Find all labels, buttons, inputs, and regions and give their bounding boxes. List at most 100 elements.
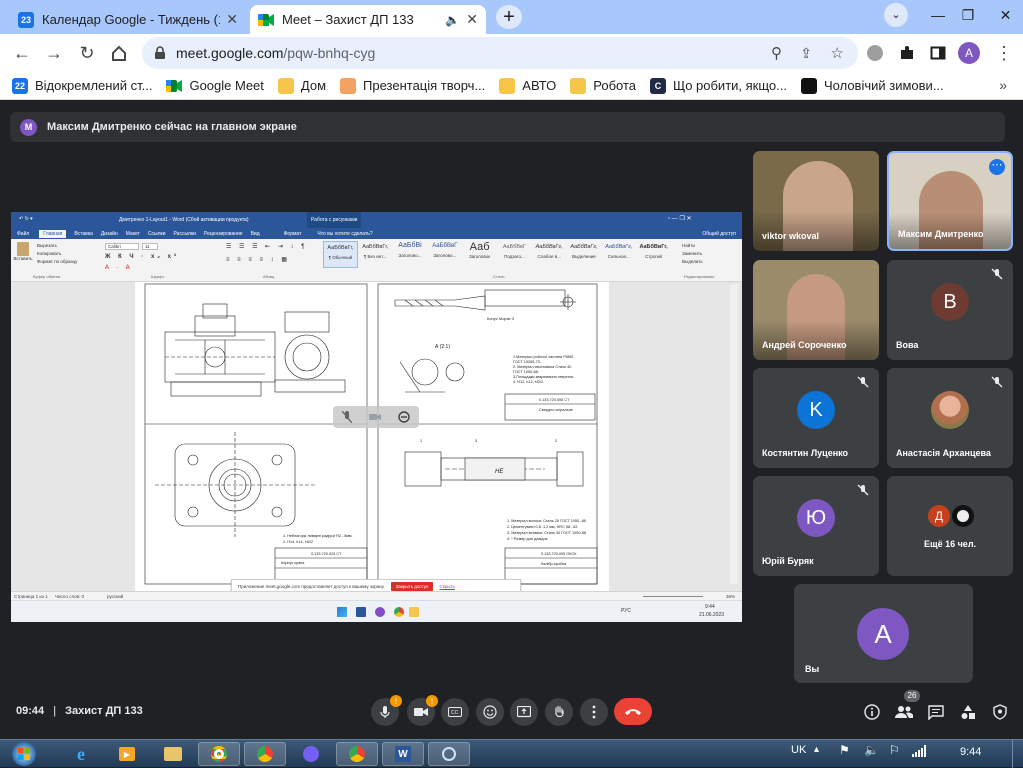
participant-tile[interactable]: Анастасія Арханцева <box>887 368 1013 468</box>
word-app-icon[interactable] <box>356 607 366 617</box>
chat-icon[interactable] <box>926 702 946 722</box>
participant-tile[interactable]: K Костянтин Луценко <box>753 368 879 468</box>
stop-share-icon[interactable] <box>398 411 411 423</box>
select-button[interactable]: Выделить <box>682 258 703 266</box>
paste-button[interactable]: Вставить <box>13 242 33 261</box>
bookmark-folder[interactable]: АВТО <box>499 77 556 94</box>
word-taskbar-icon[interactable]: W <box>382 742 424 766</box>
font-name-box[interactable]: Calibri <box>105 243 139 250</box>
bookmark-folder[interactable]: Робота <box>570 77 636 94</box>
explorer-icon[interactable] <box>409 607 419 617</box>
ribbon-tab[interactable]: Вид <box>251 231 260 237</box>
chrome-icon[interactable] <box>394 607 404 617</box>
ribbon-tab[interactable]: Макет <box>126 231 140 237</box>
show-desktop-button[interactable] <box>1012 740 1023 768</box>
mic-off-icon[interactable] <box>341 411 352 423</box>
present-button[interactable] <box>510 698 538 726</box>
meeting-details-icon[interactable] <box>862 702 882 722</box>
viber-icon[interactable] <box>290 742 332 766</box>
font-color-buttons[interactable]: A · A <box>105 265 133 271</box>
share-button[interactable]: Общий доступ <box>702 231 736 237</box>
bookmark-item[interactable]: Чоловічий зимови... <box>800 77 944 94</box>
participant-tile[interactable]: Ю Юрій Буряк <box>753 476 879 576</box>
ribbon-tab[interactable]: Рассылки <box>174 231 196 237</box>
forward-icon[interactable]: → <box>42 41 66 65</box>
vertical-scrollbar[interactable] <box>730 284 738 584</box>
host-controls-icon[interactable] <box>990 702 1010 722</box>
ribbon-tab-active[interactable]: Главная <box>39 229 67 238</box>
ie-icon[interactable]: e <box>60 742 102 766</box>
style-item[interactable]: АаБбВвГ Заголово... <box>427 241 462 268</box>
search-app-icon[interactable] <box>428 742 470 766</box>
extensions-puzzle-icon[interactable] <box>895 41 919 65</box>
chrome-taskbar-icon[interactable] <box>198 742 240 766</box>
bookmark-item[interactable]: Google Meet <box>166 78 264 94</box>
self-view-tile[interactable]: A Вы <box>794 584 973 683</box>
tab-search-icon[interactable]: ⌄ <box>880 0 912 30</box>
participant-tile[interactable]: viktor wkoval <box>753 151 879 251</box>
leave-call-button[interactable] <box>614 698 652 725</box>
close-window-button[interactable]: ✕ <box>988 0 1023 30</box>
extension-icon[interactable] <box>863 41 887 65</box>
ribbon-tab[interactable]: Ссылки <box>148 231 166 237</box>
app-icon[interactable] <box>375 607 385 617</box>
stop-sharing-button[interactable]: Закрыть доступ <box>390 581 434 591</box>
bookmark-star-icon[interactable]: ☆ <box>831 44 844 62</box>
ribbon-tab[interactable]: Рецензирование <box>204 231 243 237</box>
style-item[interactable]: АаБбВвГг, ¶ Обычный <box>323 241 358 268</box>
windows-start-icon[interactable] <box>337 607 347 617</box>
lock-icon[interactable] <box>154 46 166 60</box>
network-icon[interactable]: ⚑ <box>839 743 850 757</box>
style-item[interactable]: АаБбВвГг, Строгий <box>636 241 671 268</box>
close-tab-icon[interactable]: ✕ <box>466 11 478 28</box>
restore-button[interactable]: ❐ <box>952 0 984 30</box>
align-buttons[interactable]: ≡ ≡ ≡ ≡ ↕ ▦ <box>226 256 290 263</box>
side-panel-icon[interactable] <box>926 41 950 65</box>
bookmarks-overflow-icon[interactable]: » <box>999 77 1007 93</box>
find-button[interactable]: Найти <box>682 242 703 250</box>
others-tile[interactable]: Д Ещё 16 чел. <box>887 476 1013 576</box>
tray-expand-icon[interactable]: ▴ <box>814 744 819 755</box>
minimize-button[interactable]: — <box>922 0 954 30</box>
camera-button[interactable]: ! <box>407 695 438 726</box>
style-item[interactable]: АаБбВвГг, ¶ Без инт... <box>358 241 393 268</box>
zoom-icon[interactable]: ⚲ <box>771 44 782 62</box>
start-button[interactable] <box>4 742 44 766</box>
close-tab-icon[interactable]: ✕ <box>226 11 238 28</box>
bookmark-item[interactable]: 22 Відокремлений ст... <box>12 77 152 94</box>
bookmark-item[interactable]: Презентація творч... <box>340 77 485 94</box>
format-painter-button[interactable]: Формат по образцу <box>37 258 77 266</box>
more-options-icon[interactable]: ⋯ <box>989 159 1005 175</box>
participant-tile[interactable]: Андрей Сороченко <box>753 260 879 360</box>
tab-google-calendar[interactable]: 23 Календар Google - Тиждень (18 ✕ <box>10 5 246 34</box>
paragraph-buttons[interactable]: ☰ ☰ ☰ ⇤ ⇥ ↕ ¶ <box>226 243 307 250</box>
reload-icon[interactable]: ↻ <box>75 41 99 65</box>
audio-playing-icon[interactable]: 🔈 <box>445 13 460 27</box>
style-item[interactable]: АаБбВі Заголово... <box>393 241 428 268</box>
tell-me-search[interactable]: Что вы хотите сделать? <box>317 231 372 237</box>
camera-off-icon[interactable] <box>368 412 381 422</box>
microphone-button[interactable]: ! <box>371 695 402 726</box>
style-item[interactable]: Ааб Заголовок <box>462 241 497 268</box>
ribbon-tab[interactable]: Вставка <box>74 231 93 237</box>
ribbon-tab[interactable]: Формат <box>284 231 302 237</box>
more-options-button[interactable] <box>580 698 608 726</box>
raise-hand-button[interactable] <box>545 698 573 726</box>
bookmark-folder[interactable]: Дом <box>277 77 326 94</box>
bookmark-item[interactable]: C Що робити, якщо... <box>650 77 787 94</box>
chrome-taskbar-icon[interactable] <box>244 742 286 766</box>
zoom-slider[interactable] <box>643 596 703 597</box>
chrome-taskbar-icon[interactable] <box>336 742 378 766</box>
participant-tile-speaking[interactable]: ⋯ Максим Дмитренко <box>887 151 1013 251</box>
captions-button[interactable]: CC <box>441 698 469 726</box>
style-item[interactable]: АаБбВвГг, Сильное... <box>601 241 636 268</box>
cut-button[interactable]: Вырезать <box>37 242 77 250</box>
style-item[interactable]: АаБбВвГг, Слабое в... <box>532 241 567 268</box>
address-bar[interactable]: meet.google.com/pqw-bnhq-cyg ⚲ ⇪ ☆ <box>142 37 858 69</box>
menu-kebab-icon[interactable]: ⋮ <box>992 41 1016 65</box>
copy-button[interactable]: Копировать <box>37 250 77 258</box>
hide-banner-link[interactable]: Скрыть <box>439 584 454 589</box>
flag-icon[interactable]: ⚐ <box>889 743 900 757</box>
input-language[interactable]: UK <box>791 744 806 756</box>
clock-time[interactable]: 9:44 <box>960 746 981 758</box>
